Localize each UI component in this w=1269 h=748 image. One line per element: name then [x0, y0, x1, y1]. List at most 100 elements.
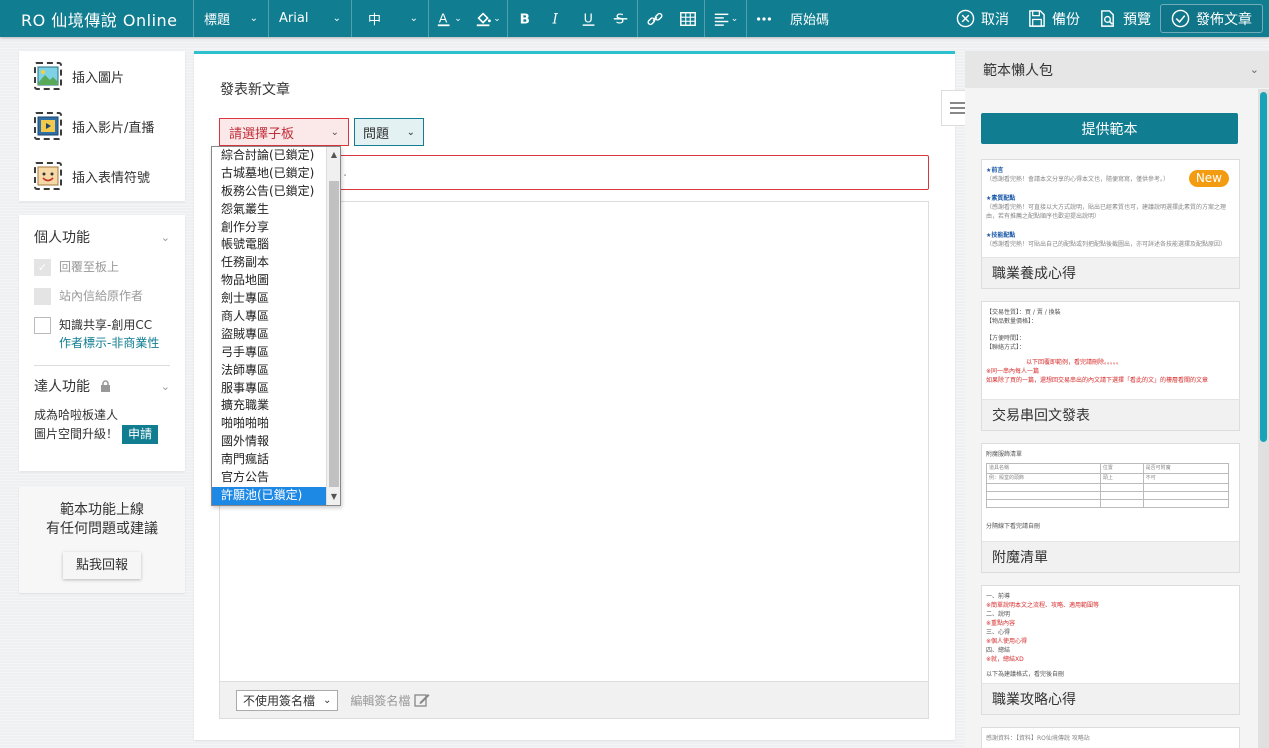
cc-share-checkbox[interactable] [34, 317, 51, 334]
underline-button[interactable]: U [573, 0, 605, 37]
feedback-card: 範本功能上線 有任何問題或建議 點我回報 [19, 487, 185, 593]
promo-line-1: 成為哈啦板達人 [34, 408, 119, 422]
signature-select[interactable]: 不使用簽名檔 ⌄ [236, 689, 339, 711]
provide-template-button[interactable]: 提供範本 [981, 113, 1238, 144]
backup-button[interactable]: 備份 [1018, 0, 1089, 37]
sub-board-select[interactable]: 請選擇子板 ⌄ [219, 118, 349, 146]
sub-board-option[interactable]: 許願池(已鎖定) [212, 486, 326, 505]
highlight-color-button[interactable]: ⌄ [469, 0, 507, 37]
sub-board-option[interactable]: 任務副本 [212, 254, 326, 272]
chevron-down-icon: ⌄ [249, 13, 258, 24]
feedback-button[interactable]: 點我回報 [62, 552, 141, 579]
link-button[interactable] [638, 0, 672, 37]
expert-functions-header[interactable]: 達人功能 ⌄ [19, 366, 185, 406]
sub-board-option[interactable]: 弓手專區 [212, 344, 326, 362]
underline-icon: U [582, 10, 595, 26]
insert-emoji-button[interactable]: 插入表情符號 [19, 151, 185, 201]
personal-functions-header[interactable]: 個人功能 ⌄ [19, 215, 185, 259]
heading-select[interactable]: 標題 ⌄ [194, 0, 268, 37]
bold-button[interactable]: B [508, 0, 541, 37]
sub-board-option[interactable]: 官方公告 [212, 469, 326, 487]
template-preview: 感謝資料：【資料】RO仙境傳說 攻略站 [982, 728, 1239, 748]
signature-bar: 不使用簽名檔 ⌄ 編輯簽名檔 [219, 682, 929, 719]
template-card[interactable]: 附魔服飾清單 道具名稱 位置 是否可附魔 例：殿堂的頭飾 頭上 不可 分隔線下看完請自刪… [981, 443, 1240, 573]
font-select[interactable]: Arial ⌄ [269, 0, 351, 37]
font-size-select[interactable]: 中 ⌄ [352, 0, 428, 37]
reply-top-option: ✓ 回覆至板上 [19, 259, 185, 276]
preview-text: ※簡單說明本文之流程、攻略、適用範圍等 [986, 602, 1100, 609]
insert-image-button[interactable]: 插入圖片 [19, 51, 185, 101]
preview-text: 二、說明 [986, 611, 1011, 618]
chevron-down-icon: ⌄ [160, 379, 170, 393]
insert-video-button[interactable]: 插入影片/直播 [19, 101, 185, 151]
preview-cell: 不可 [1142, 473, 1230, 484]
publish-button[interactable]: 發佈文章 [1160, 4, 1263, 33]
preview-cell: 頭上 [1099, 473, 1144, 484]
source-code-button[interactable]: 原始碼 [780, 0, 839, 37]
sub-board-option[interactable]: 古城墓地(已鎖定) [212, 165, 326, 183]
preview-text: 【聯絡方式】： [986, 344, 1026, 351]
sub-board-option[interactable]: 服事專區 [212, 380, 326, 398]
template-panel-scrollbar[interactable] [1258, 89, 1269, 748]
preview-button[interactable]: 預覽 [1089, 0, 1160, 37]
font-color-button[interactable]: A ⌄ [429, 0, 469, 37]
template-card[interactable]: 一、前導 ※簡單說明本文之流程、攻略、適用範圍等 二、說明 ※重點內容 三、心得… [981, 585, 1240, 715]
insert-media-card: 插入圖片 插入影片/直播 插入表情符號 [19, 51, 185, 201]
chevron-down-icon: ⌄ [332, 13, 341, 24]
sub-board-option[interactable]: 啪啪啪啪 [212, 415, 326, 433]
apply-button[interactable]: 申請 [122, 425, 159, 444]
template-panel-scroll-thumb[interactable] [1260, 92, 1267, 442]
scroll-up-icon[interactable]: ▲ [327, 148, 341, 162]
video-icon [34, 112, 62, 140]
sub-board-option[interactable]: 盜賊專區 [212, 326, 326, 344]
cancel-button[interactable]: 取消 [947, 0, 1018, 37]
template-card[interactable]: 感謝資料：【資料】RO仙境傳說 攻略站 [981, 727, 1240, 748]
preview-cell: 是否可附魔 [1142, 463, 1230, 474]
pm-author-checkbox[interactable] [34, 288, 51, 305]
sub-board-dropdown: 綜合討論(已鎖定) 古城墓地(已鎖定) 板務公告(已鎖定) 怨氣叢生 創作分享 帳號電腦任… [211, 146, 341, 506]
sub-board-option[interactable]: 商人專區 [212, 308, 326, 326]
reply-top-label: 回覆至板上 [59, 260, 120, 274]
category-select-value: 問題 [363, 126, 390, 142]
chevron-down-icon: ⌄ [409, 13, 418, 24]
cc-share-text: 知識共享-創用CC 作者標示-非商業性 [59, 317, 159, 353]
preview-cell: 道具名稱 [986, 463, 1101, 474]
scroll-down-icon[interactable]: ▼ [327, 490, 341, 504]
align-button[interactable]: ⌄ [705, 0, 746, 37]
personal-functions-title: 個人功能 [34, 230, 90, 246]
template-panel-header[interactable]: 範本懶人包 ⌄ [965, 51, 1269, 88]
sub-board-option[interactable]: 國外情報 [212, 433, 326, 451]
dropdown-scrollbar[interactable]: ▲ ▼ [326, 147, 340, 505]
cc-license-link[interactable]: 作者標示-非商業性 [59, 334, 159, 353]
italic-icon: I [552, 11, 559, 27]
sub-board-option[interactable]: 劍士專區 [212, 290, 326, 308]
bold-icon: B [519, 11, 529, 27]
sub-board-option[interactable]: 創作分享 [212, 219, 326, 237]
chevron-down-icon: ⌄ [406, 126, 415, 138]
edit-signature-label: 編輯簽名檔 [350, 693, 411, 708]
cc-share-option: 知識共享-創用CC 作者標示-非商業性 [19, 317, 185, 353]
sub-board-option[interactable]: 怨氣叢生 [212, 201, 326, 219]
sub-board-option[interactable]: 綜合討論(已鎖定) [212, 147, 326, 165]
sub-board-option[interactable]: 物品地圖 [212, 272, 326, 290]
preview-document-icon [1101, 10, 1114, 27]
table-button[interactable] [672, 0, 704, 37]
preview-text: 【方便時間】： [986, 335, 1026, 342]
strikethrough-button[interactable]: S [605, 0, 637, 37]
edit-signature-button[interactable]: 編輯簽名檔 [350, 692, 430, 709]
sub-board-option[interactable]: 板務公告(已鎖定) [212, 183, 326, 201]
template-card[interactable]: ★前言 （感謝看完熱！會請本文分享的心得本文也，隨便寫寫，僅供參考。） ★素質配… [981, 159, 1240, 289]
category-select[interactable]: 問題 ⌄ [354, 118, 424, 146]
preview-cell: 例：殿堂的頭飾 [986, 473, 1101, 484]
dropdown-scroll-thumb[interactable] [329, 181, 339, 487]
reply-top-checkbox[interactable]: ✓ [34, 259, 51, 276]
more-button[interactable] [747, 0, 780, 37]
sub-board-option[interactable]: 法師專區 [212, 362, 326, 380]
sub-board-option[interactable]: 擴充職業 [212, 397, 326, 415]
sub-board-options: 綜合討論(已鎖定) 古城墓地(已鎖定) 板務公告(已鎖定) 怨氣叢生 創作分享 帳號電腦任… [212, 147, 340, 505]
italic-button[interactable]: I [541, 0, 573, 37]
publish-label: 發佈文章 [1196, 11, 1252, 28]
template-card[interactable]: 【交易性質】：買 / 賣 / 換裝 【物品數量價格】： 【方便時間】： 【聯絡方… [981, 301, 1240, 431]
sub-board-option[interactable]: 帳號電腦 [212, 236, 326, 254]
sub-board-option[interactable]: 南門瘋話 [212, 451, 326, 469]
